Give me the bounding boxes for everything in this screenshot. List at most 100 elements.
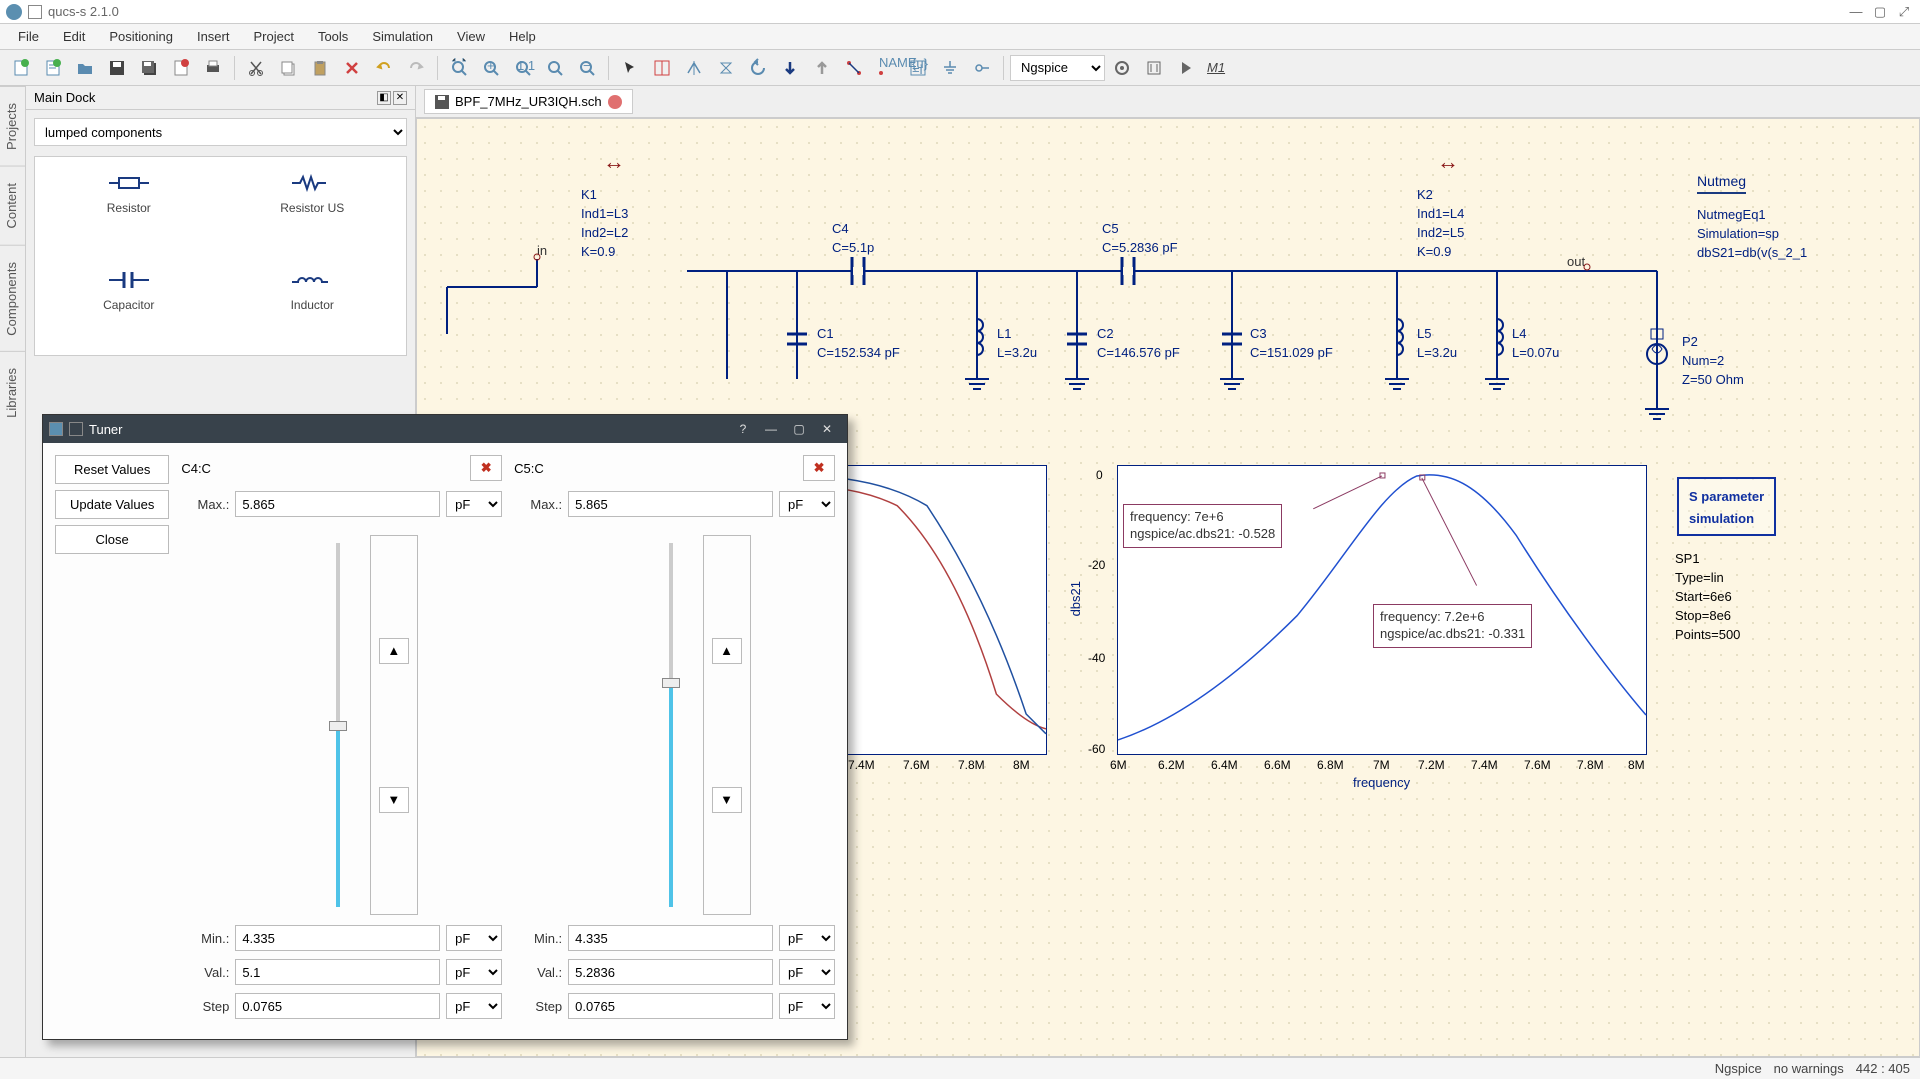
- zoom-reset-icon[interactable]: 1:1: [508, 53, 538, 83]
- y-axis-label: dbs21: [1068, 581, 1083, 616]
- schematic-label: P2 Num=2 Z=50 Ohm: [1682, 332, 1744, 389]
- port-icon[interactable]: [967, 53, 997, 83]
- unit-select[interactable]: pF: [446, 925, 502, 951]
- mirror-x-icon[interactable]: [647, 53, 677, 83]
- save-icon[interactable]: [102, 53, 132, 83]
- component-capacitor[interactable]: Capacitor: [41, 260, 217, 349]
- side-tab-strip: Projects Content Components Libraries: [0, 86, 26, 1057]
- menu-simulation[interactable]: Simulation: [362, 26, 443, 47]
- gear-run-icon[interactable]: [1107, 53, 1137, 83]
- val-input[interactable]: [568, 959, 773, 985]
- open-icon[interactable]: [70, 53, 100, 83]
- menu-file[interactable]: File: [8, 26, 49, 47]
- tuner-titlebar[interactable]: Tuner ? — ▢ ✕: [43, 415, 847, 443]
- max-input[interactable]: [568, 491, 773, 517]
- zoom-in-icon[interactable]: +: [476, 53, 506, 83]
- copy-icon[interactable]: [273, 53, 303, 83]
- menu-insert[interactable]: Insert: [187, 26, 240, 47]
- delete-param-button[interactable]: ✖: [803, 455, 835, 481]
- side-tab-libraries[interactable]: Libraries: [0, 351, 25, 434]
- chart-marker-2[interactable]: frequency: 7.2e+6 ngspice/ac.dbs21: -0.3…: [1373, 604, 1532, 648]
- dock-close-icon[interactable]: ✕: [393, 91, 407, 105]
- expand-button[interactable]: ⤢: [1894, 4, 1914, 20]
- restore-icon[interactable]: [28, 5, 42, 19]
- min-input[interactable]: [235, 925, 440, 951]
- save-all-icon[interactable]: [134, 53, 164, 83]
- menu-project[interactable]: Project: [243, 26, 303, 47]
- minimize-button[interactable]: —: [1846, 4, 1866, 20]
- reset-values-button[interactable]: Reset Values: [55, 455, 169, 484]
- pointer-icon[interactable]: [615, 53, 645, 83]
- delete-param-button[interactable]: ✖: [470, 455, 502, 481]
- zoom-out-icon[interactable]: −: [572, 53, 602, 83]
- min-input[interactable]: [568, 925, 773, 951]
- restore-icon[interactable]: [69, 422, 83, 436]
- maximize-icon[interactable]: ▢: [785, 418, 813, 440]
- unit-select[interactable]: pF: [446, 491, 502, 517]
- val-input[interactable]: [235, 959, 440, 985]
- delete-icon[interactable]: [337, 53, 367, 83]
- rotate-icon[interactable]: [743, 53, 773, 83]
- component-inductor[interactable]: Inductor: [225, 260, 401, 349]
- undo-icon[interactable]: [369, 53, 399, 83]
- unit-select[interactable]: pF: [779, 925, 835, 951]
- tune-icon[interactable]: [1139, 53, 1169, 83]
- tuner-dialog[interactable]: Tuner ? — ▢ ✕ Reset Values Update Values…: [42, 414, 848, 1040]
- step-down-button[interactable]: ▼: [712, 787, 742, 813]
- arrow-down-icon[interactable]: [775, 53, 805, 83]
- side-tab-components[interactable]: Components: [0, 245, 25, 352]
- cut-icon[interactable]: [241, 53, 271, 83]
- help-icon[interactable]: ?: [729, 418, 757, 440]
- mirror-y-icon[interactable]: [679, 53, 709, 83]
- value-slider[interactable]: [659, 535, 683, 915]
- max-input[interactable]: [235, 491, 440, 517]
- redo-icon[interactable]: [401, 53, 431, 83]
- unit-select[interactable]: pF: [446, 959, 502, 985]
- step-down-button[interactable]: ▼: [379, 787, 409, 813]
- close-doc-icon[interactable]: [166, 53, 196, 83]
- equation-icon[interactable]: {u}=i: [903, 53, 933, 83]
- step-up-button[interactable]: ▲: [379, 638, 409, 664]
- step-up-button[interactable]: ▲: [712, 638, 742, 664]
- menu-positioning[interactable]: Positioning: [99, 26, 183, 47]
- unit-select[interactable]: pF: [779, 959, 835, 985]
- print-icon[interactable]: [198, 53, 228, 83]
- update-values-button[interactable]: Update Values: [55, 490, 169, 519]
- paste-icon[interactable]: [305, 53, 335, 83]
- run-icon[interactable]: [1171, 53, 1201, 83]
- maximize-button[interactable]: ▢: [1870, 4, 1890, 20]
- side-tab-projects[interactable]: Projects: [0, 86, 25, 166]
- component-resistor[interactable]: Resistor: [41, 163, 217, 252]
- document-tab[interactable]: BPF_7MHz_UR3IQH.sch: [424, 89, 633, 114]
- zoom-icon[interactable]: [540, 53, 570, 83]
- ground-icon[interactable]: [935, 53, 965, 83]
- menu-tools[interactable]: Tools: [308, 26, 358, 47]
- component-category-select[interactable]: lumped components: [34, 118, 407, 146]
- menu-help[interactable]: Help: [499, 26, 546, 47]
- unit-select[interactable]: pF: [779, 993, 835, 1019]
- name-wire-icon[interactable]: NAME: [871, 53, 901, 83]
- step-input[interactable]: [568, 993, 773, 1019]
- new-doc-icon[interactable]: [6, 53, 36, 83]
- close-icon[interactable]: ✕: [813, 418, 841, 440]
- close-tab-icon[interactable]: [608, 95, 622, 109]
- zoom-fit-icon[interactable]: [444, 53, 474, 83]
- menu-edit[interactable]: Edit: [53, 26, 95, 47]
- menu-view[interactable]: View: [447, 26, 495, 47]
- side-tab-content[interactable]: Content: [0, 166, 25, 245]
- unit-select[interactable]: pF: [779, 491, 835, 517]
- dock-detach-icon[interactable]: ◧: [377, 91, 391, 105]
- component-resistor-us[interactable]: Resistor US: [225, 163, 401, 252]
- chart-plot-dbs21[interactable]: 0 -20 -40 -60 6M 6.2M 6.4M 6.6M 6.8M 7M …: [1117, 465, 1647, 755]
- step-input[interactable]: [235, 993, 440, 1019]
- new-text-icon[interactable]: [38, 53, 68, 83]
- close-button[interactable]: Close: [55, 525, 169, 554]
- arrow-up-icon[interactable]: [807, 53, 837, 83]
- value-slider[interactable]: [326, 535, 350, 915]
- mirror-h-icon[interactable]: [711, 53, 741, 83]
- wire-icon[interactable]: [839, 53, 869, 83]
- unit-select[interactable]: pF: [446, 993, 502, 1019]
- minimize-icon[interactable]: —: [757, 418, 785, 440]
- chart-marker-1[interactable]: frequency: 7e+6 ngspice/ac.dbs21: -0.528: [1123, 504, 1282, 548]
- simulator-select[interactable]: Ngspice: [1010, 55, 1105, 81]
